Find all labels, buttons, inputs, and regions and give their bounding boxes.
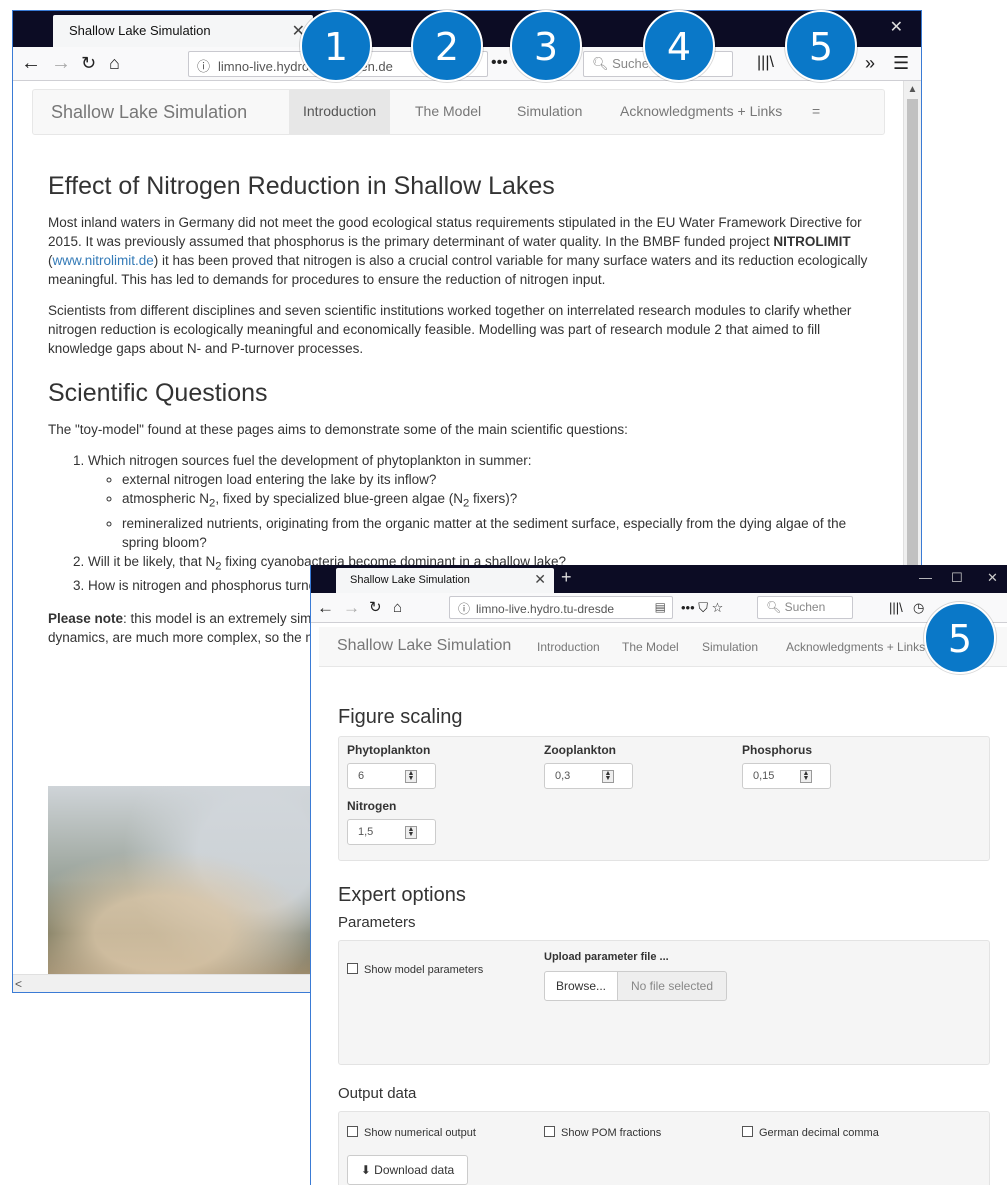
paragraph-scientists: Scientists from different disciplines an… bbox=[48, 303, 852, 356]
window-close-icon[interactable]: ✕ bbox=[890, 17, 903, 37]
spinner-icon[interactable]: ▲ ▼ bbox=[800, 770, 812, 783]
page-actions-icon[interactable]: ••• ⛉ ☆ bbox=[681, 596, 723, 620]
reader-view-icon[interactable]: ▤ bbox=[655, 600, 666, 614]
callout-4: 4 bbox=[643, 10, 715, 82]
zooplankton-input[interactable]: 0,3 ▲ ▼ bbox=[544, 763, 633, 789]
list-item: Which nitrogen sources fuel the developm… bbox=[88, 451, 868, 552]
phytoplankton-label: Phytoplankton bbox=[347, 743, 431, 757]
nav-simulation[interactable]: Simulation bbox=[503, 90, 596, 134]
browser-window-simulation: Shallow Lake Simulation ✕ + — ☐ ✕ ← → ↻ … bbox=[310, 565, 1007, 1185]
callout-2: 2 bbox=[411, 10, 483, 82]
callout-5-second: 5 bbox=[924, 602, 996, 674]
nav-menu-toggle[interactable]: = bbox=[798, 90, 834, 134]
tab-title: Shallow Lake Simulation bbox=[350, 574, 470, 586]
spinner-icon[interactable]: ▲ ▼ bbox=[405, 826, 417, 839]
figure-scaling-heading: Figure scaling bbox=[338, 706, 463, 728]
show-numerical-output-checkbox[interactable]: Show numerical output bbox=[347, 1126, 476, 1139]
phytoplankton-input[interactable]: 6 ▲ ▼ bbox=[347, 763, 436, 789]
show-model-parameters-checkbox[interactable]: Show model parameters bbox=[347, 963, 483, 976]
info-icon[interactable]: ⓘ bbox=[197, 59, 210, 74]
sub-list: external nitrogen load entering the lake… bbox=[88, 470, 868, 552]
nitrogen-input[interactable]: 1,5 ▲ ▼ bbox=[347, 819, 436, 845]
nav-simulation[interactable]: Simulation bbox=[702, 640, 758, 654]
search-icon: 🔍︎ bbox=[592, 56, 609, 71]
list-item: atmospheric N2, fixed by specialized blu… bbox=[122, 489, 868, 514]
output-data-panel: Show numerical output Show POM fractions… bbox=[338, 1111, 990, 1185]
browser-toolbar: ← → ↻ ⌂ ⓘ limno-live.hydro.tu-dresde ▤ ••… bbox=[311, 593, 1007, 623]
nav-the-model[interactable]: The Model bbox=[622, 640, 679, 654]
library-icon[interactable]: |||\ bbox=[757, 51, 774, 75]
nav-acknowledgments[interactable]: Acknowledgments + Links bbox=[786, 640, 925, 654]
upload-label: Upload parameter file ... bbox=[544, 951, 669, 963]
app-brand[interactable]: Shallow Lake Simulation bbox=[51, 102, 247, 123]
nav-acknowledgments[interactable]: Acknowledgments + Links bbox=[606, 90, 796, 134]
minimize-icon[interactable]: — bbox=[919, 570, 932, 585]
reload-icon[interactable]: ↻ bbox=[369, 596, 382, 620]
phosphorus-input[interactable]: 0,15 ▲ ▼ bbox=[742, 763, 831, 789]
app-brand[interactable]: Shallow Lake Simulation bbox=[337, 637, 511, 655]
nitrolimit-link[interactable]: www.nitrolimit.de bbox=[53, 253, 154, 268]
zooplankton-label: Zooplankton bbox=[544, 743, 616, 757]
app-navbar: Shallow Lake Simulation Introduction The… bbox=[32, 89, 885, 135]
phosphorus-label: Phosphorus bbox=[742, 743, 813, 757]
forward-icon[interactable]: → bbox=[343, 596, 360, 620]
nav-the-model[interactable]: The Model bbox=[401, 90, 495, 134]
paragraph-toy-model: The "toy-model" found at these pages aim… bbox=[48, 422, 628, 437]
library-icon[interactable]: |||\ bbox=[889, 596, 903, 620]
parameters-panel: Show model parameters Upload parameter f… bbox=[338, 940, 990, 1065]
heading-questions: Scientific Questions bbox=[48, 379, 268, 407]
menu-icon[interactable]: ☰ bbox=[893, 51, 909, 75]
nav-introduction[interactable]: Introduction bbox=[289, 90, 391, 134]
browser-tab[interactable]: Shallow Lake Simulation ✕ bbox=[336, 568, 554, 593]
spinner-icon[interactable]: ▲ ▼ bbox=[602, 770, 614, 783]
scroll-up-icon[interactable]: ▲ bbox=[904, 81, 921, 99]
list-item: remineralized nutrients, originating fro… bbox=[122, 514, 868, 552]
callout-3: 3 bbox=[510, 10, 582, 82]
browser-tab[interactable]: Shallow Lake Simulation ✕ bbox=[53, 15, 313, 47]
overflow-icon[interactable]: » bbox=[865, 51, 875, 75]
search-icon: 🔍︎ bbox=[766, 600, 782, 614]
expert-options-heading: Expert options bbox=[338, 884, 466, 906]
download-data-button[interactable]: ⬇ Download data bbox=[347, 1155, 468, 1185]
window-close-icon[interactable]: ✕ bbox=[987, 570, 998, 586]
url-bar[interactable]: ⓘ limno-live.hydro.tu-dresde ▤ bbox=[449, 596, 673, 619]
home-icon[interactable]: ⌂ bbox=[393, 596, 402, 620]
output-data-heading: Output data bbox=[338, 1085, 417, 1102]
maximize-icon[interactable]: ☐ bbox=[951, 570, 963, 586]
page-actions-icon[interactable]: ••• bbox=[491, 51, 508, 75]
browse-button[interactable]: Browse... bbox=[544, 971, 618, 1001]
search-placeholder: Suchen bbox=[784, 600, 826, 614]
info-icon[interactable]: ⓘ bbox=[458, 602, 470, 616]
callout-5: 5 bbox=[785, 10, 857, 82]
home-icon[interactable]: ⌂ bbox=[109, 51, 120, 75]
figure-scaling-panel: Phytoplankton 6 ▲ ▼ Zooplankton 0,3 ▲ ▼ Ph… bbox=[338, 736, 990, 861]
url-text: limno-live.hydro.tu-dresde bbox=[476, 602, 615, 616]
project-name: NITROLIMIT bbox=[773, 234, 851, 249]
back-icon[interactable]: ← bbox=[21, 51, 41, 75]
paragraph-intro: Most inland waters in Germany did not me… bbox=[48, 215, 868, 287]
heading-effect: Effect of Nitrogen Reduction in Shallow … bbox=[48, 172, 555, 200]
back-icon[interactable]: ← bbox=[317, 596, 334, 620]
search-bar[interactable]: 🔍︎ Suchen bbox=[757, 596, 853, 619]
list-item: external nitrogen load entering the lake… bbox=[122, 470, 868, 489]
file-name-display: No file selected bbox=[617, 971, 727, 1001]
new-tab-icon[interactable]: + bbox=[561, 567, 572, 588]
tab-title: Shallow Lake Simulation bbox=[69, 23, 211, 38]
callout-1: 1 bbox=[300, 10, 372, 82]
simulation-page: Shallow Lake Simulation Introduction The… bbox=[311, 623, 1007, 1185]
nav-introduction[interactable]: Introduction bbox=[537, 640, 600, 654]
forward-icon[interactable]: → bbox=[51, 51, 71, 75]
german-decimal-comma-checkbox[interactable]: German decimal comma bbox=[742, 1126, 879, 1139]
tab-close-icon[interactable]: ✕ bbox=[534, 571, 546, 588]
show-pom-fractions-checkbox[interactable]: Show POM fractions bbox=[544, 1126, 661, 1139]
parameters-heading: Parameters bbox=[338, 914, 416, 931]
download-icon: ⬇ bbox=[360, 1163, 371, 1177]
history-icon[interactable]: ◷ bbox=[913, 596, 924, 620]
app-navbar: Shallow Lake Simulation Introduction The… bbox=[319, 627, 1007, 667]
spinner-icon[interactable]: ▲ ▼ bbox=[405, 770, 417, 783]
title-bar: Shallow Lake Simulation ✕ + — ☐ ✕ bbox=[311, 565, 1007, 593]
reload-icon[interactable]: ↻ bbox=[81, 51, 96, 75]
scroll-left-icon[interactable]: < bbox=[15, 975, 22, 992]
nitrogen-label: Nitrogen bbox=[347, 799, 397, 813]
